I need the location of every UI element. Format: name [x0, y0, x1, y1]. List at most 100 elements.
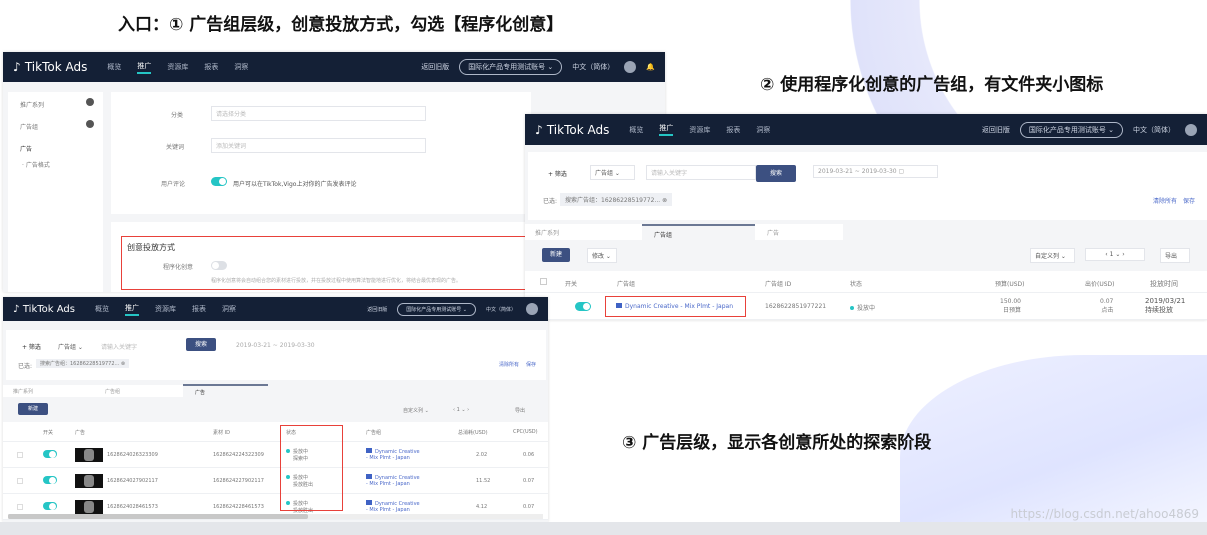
filter-bar: + 筛选 广告组 ⌄ 请输入关键字 搜索 2019-03-21 ~ 2019-0…: [6, 330, 546, 380]
sidebar-item-ad[interactable]: 广告: [20, 144, 32, 153]
nav-reports[interactable]: 报表: [192, 304, 206, 314]
select-all-checkbox[interactable]: [540, 278, 547, 285]
scope-select[interactable]: 广告组 ⌄: [590, 165, 635, 180]
adgroup-toggle[interactable]: [575, 302, 591, 311]
col-cpc: CPC(USD): [513, 429, 538, 435]
nav-reports[interactable]: 报表: [726, 125, 740, 135]
budget: 150.00 日预算: [1000, 298, 1021, 314]
category-label: 分类: [171, 112, 184, 119]
account-dropdown[interactable]: 国际化产品专用测试账号 ⌄: [397, 302, 476, 316]
back-old-version-link[interactable]: 返回旧版: [982, 125, 1010, 135]
nav-promote[interactable]: 推广: [124, 303, 139, 316]
nav-promote[interactable]: 推广: [137, 61, 152, 74]
filter-tag[interactable]: 搜索广告组：16286228519772... ⊗: [560, 193, 673, 206]
row-checkbox[interactable]: [17, 478, 23, 484]
save-link[interactable]: 保存: [526, 361, 536, 368]
row-checkbox[interactable]: [17, 452, 23, 458]
filter-tag[interactable]: 搜索广告组：16286228519772... ⊗: [36, 359, 130, 368]
bell-icon[interactable]: 🔔: [646, 63, 655, 71]
ad-toggle[interactable]: [43, 450, 57, 458]
search-button[interactable]: 搜索: [756, 165, 796, 182]
account-dropdown[interactable]: 国际化产品专用测试账号 ⌄: [459, 59, 563, 75]
add-filter-button[interactable]: + 筛选: [22, 342, 41, 351]
creative-thumbnail: [75, 500, 103, 514]
table-row: Dynamic Creative - Mix Plmt - Japan 1628…: [525, 293, 1207, 320]
search-button[interactable]: 搜索: [186, 338, 216, 351]
date-range[interactable]: 2019-03-21 ~ 2019-03-30: [236, 342, 315, 349]
clear-all-link[interactable]: 清除所有: [1153, 196, 1177, 205]
back-old-version-link[interactable]: 返回旧版: [367, 306, 387, 313]
bottom-bar: [0, 522, 1207, 535]
filter-bar: + 筛选 广告组 ⌄ 请输入关键字 搜索 2019-03-21 ~ 2019-0…: [528, 152, 1207, 220]
folder-icon: [366, 500, 372, 505]
ad-toggle[interactable]: [43, 502, 57, 510]
search-input[interactable]: 请输入关键字: [646, 165, 756, 180]
export-button[interactable]: 导出: [1160, 248, 1190, 263]
sidebar-item-campaign[interactable]: 推广系列: [20, 100, 44, 109]
form-card: 分类 请选择分类 关键词 添加关键词 用户评论 用户可以在TikTok,Vigo…: [111, 92, 531, 214]
tab-adgroup[interactable]: 广告组: [93, 385, 183, 397]
nav-overview[interactable]: 概览: [629, 125, 643, 135]
programmatic-toggle[interactable]: [211, 261, 227, 270]
language-select[interactable]: 中文（简体）: [486, 306, 516, 313]
nav-insights[interactable]: 洞察: [234, 62, 248, 72]
sidebar-item-adgroup[interactable]: 广告组: [20, 122, 38, 131]
keyword-input[interactable]: 添加关键词: [211, 138, 426, 153]
tab-campaign[interactable]: 推广系列: [3, 385, 93, 397]
table-header: 开关 广告组 广告组 ID 状态 预算(USD) 出价(USD) 投放时间: [525, 271, 1207, 293]
export-button[interactable]: 导出: [515, 407, 525, 414]
horizontal-scrollbar[interactable]: [8, 514, 543, 519]
comment-text: 用户可以在TikTok,Vigo上对你的广告发表评论: [233, 181, 357, 188]
nav-insights[interactable]: 洞察: [222, 304, 236, 314]
new-button[interactable]: 新建: [18, 403, 48, 415]
avatar[interactable]: [1185, 123, 1197, 136]
scope-select[interactable]: 广告组 ⌄: [58, 342, 83, 351]
avatar[interactable]: [526, 303, 538, 315]
new-button[interactable]: 新建: [542, 248, 570, 262]
nav-overview[interactable]: 概览: [107, 62, 121, 72]
avatar[interactable]: [624, 61, 637, 73]
row-checkbox[interactable]: [17, 504, 23, 510]
edit-dropdown[interactable]: 修改 ⌄: [587, 248, 617, 263]
top-nav: ♪ TikTok Ads 概览 推广 资源库 报表 洞察 返回旧版 国际化产品专用…: [3, 297, 548, 321]
ad-list-panel: ♪ TikTok Ads 概览 推广 资源库 报表 洞察 返回旧版 国际化产品专用…: [3, 297, 548, 522]
ad-name[interactable]: 1628624028461573: [107, 504, 158, 510]
tab-ad[interactable]: 广告: [755, 224, 843, 240]
adgroup-link[interactable]: Dynamic Creative - Mix Plmt - Japan: [616, 303, 733, 310]
ad-toggle[interactable]: [43, 476, 57, 484]
nav-library[interactable]: 资源库: [689, 125, 710, 135]
back-old-version-link[interactable]: 返回旧版: [421, 62, 449, 72]
language-select[interactable]: 中文（简体）: [572, 62, 614, 72]
custom-columns-dropdown[interactable]: 自定义列 ⌄: [1030, 248, 1075, 263]
category-select[interactable]: 请选择分类: [211, 106, 426, 121]
custom-columns-dropdown[interactable]: 自定义列 ⌄: [403, 407, 429, 414]
pagination[interactable]: ‹ 1 ⌄ ›: [1085, 248, 1145, 261]
tab-ad[interactable]: 广告: [183, 384, 268, 397]
decorative-shape: [900, 355, 1207, 525]
adgroup-link[interactable]: Dynamic Creative - Mix Plmt - Japan: [366, 474, 421, 487]
col-creative-id: 素材 ID: [213, 430, 230, 436]
tab-adgroup[interactable]: 广告组: [642, 224, 755, 241]
nav-insights[interactable]: 洞察: [756, 125, 770, 135]
tab-campaign[interactable]: 推广系列: [525, 224, 642, 240]
save-link[interactable]: 保存: [1183, 196, 1195, 205]
adgroup-link[interactable]: Dynamic Creative - Mix Plmt - Japan: [366, 448, 421, 461]
clear-all-link[interactable]: 清除所有: [499, 361, 519, 368]
nav-library[interactable]: 资源库: [167, 62, 188, 72]
sidebar: 推广系列 广告组 广告 · 广告格式: [8, 92, 103, 292]
nav-promote[interactable]: 推广: [659, 123, 674, 136]
nav-overview[interactable]: 概览: [95, 304, 109, 314]
account-dropdown[interactable]: 国际化产品专用测试账号 ⌄: [1019, 121, 1123, 138]
date-range[interactable]: 2019-03-21 ~ 2019-03-30 ▢: [813, 165, 938, 178]
ad-name[interactable]: 1628624027902117: [107, 478, 158, 484]
adgroup-link[interactable]: Dynamic Creative - Mix Plmt - Japan: [366, 500, 421, 513]
language-select[interactable]: 中文（简体）: [1133, 125, 1175, 135]
nav-reports[interactable]: 报表: [204, 62, 218, 72]
sidebar-item-ad-format[interactable]: · 广告格式: [22, 160, 50, 169]
pagination[interactable]: ‹ 1 ⌄ ›: [453, 407, 469, 413]
add-filter-button[interactable]: + 筛选: [548, 169, 567, 178]
nav-library[interactable]: 资源库: [155, 304, 176, 314]
ad-name[interactable]: 1628624026323309: [107, 452, 158, 458]
comment-toggle[interactable]: [211, 177, 227, 186]
search-input[interactable]: 请输入关键字: [101, 342, 137, 351]
